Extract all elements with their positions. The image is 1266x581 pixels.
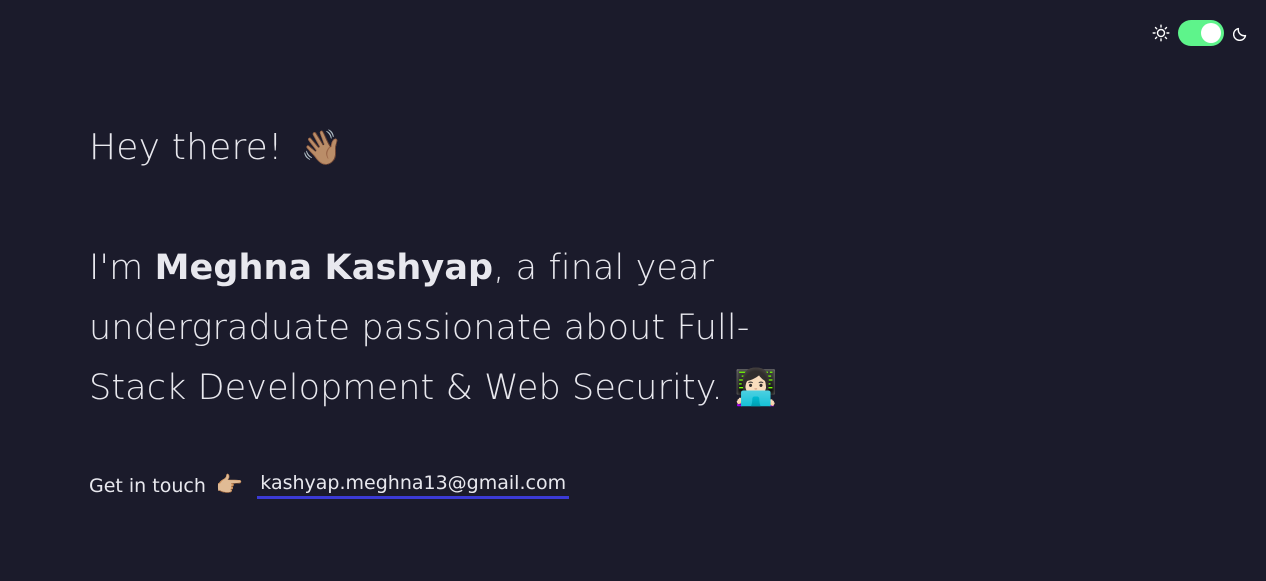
moon-icon: [1232, 24, 1250, 42]
portfolio-page: Hey there! 👋🏽 I'm Meghna Kashyap, a fina…: [0, 0, 1266, 581]
email-link[interactable]: kashyap.meghna13@gmail.com: [257, 472, 570, 499]
sun-icon: [1152, 24, 1170, 42]
intro-paragraph: I'm Meghna Kashyap, a final year undergr…: [89, 238, 779, 418]
contact-row: Get in touch 👉🏼 kashyap.meghna13@gmail.c…: [89, 472, 809, 499]
author-name: Meghna Kashyap: [154, 248, 494, 288]
theme-toggle: [1152, 20, 1250, 46]
waving-hand-icon: 👋🏽: [300, 128, 344, 168]
hero-section: Hey there! 👋🏽 I'm Meghna Kashyap, a fina…: [89, 118, 809, 499]
contact-label: Get in touch: [89, 474, 206, 497]
greeting-heading: Hey there! 👋🏽: [89, 118, 809, 178]
switch-knob: [1201, 23, 1221, 43]
dark-mode-switch[interactable]: [1178, 20, 1224, 46]
greeting-text: Hey there!: [89, 127, 283, 168]
technologist-icon: 👩🏻‍💻: [734, 368, 778, 408]
pointing-hand-icon: 👉🏼: [215, 473, 244, 498]
intro-prefix: I'm: [89, 248, 155, 288]
